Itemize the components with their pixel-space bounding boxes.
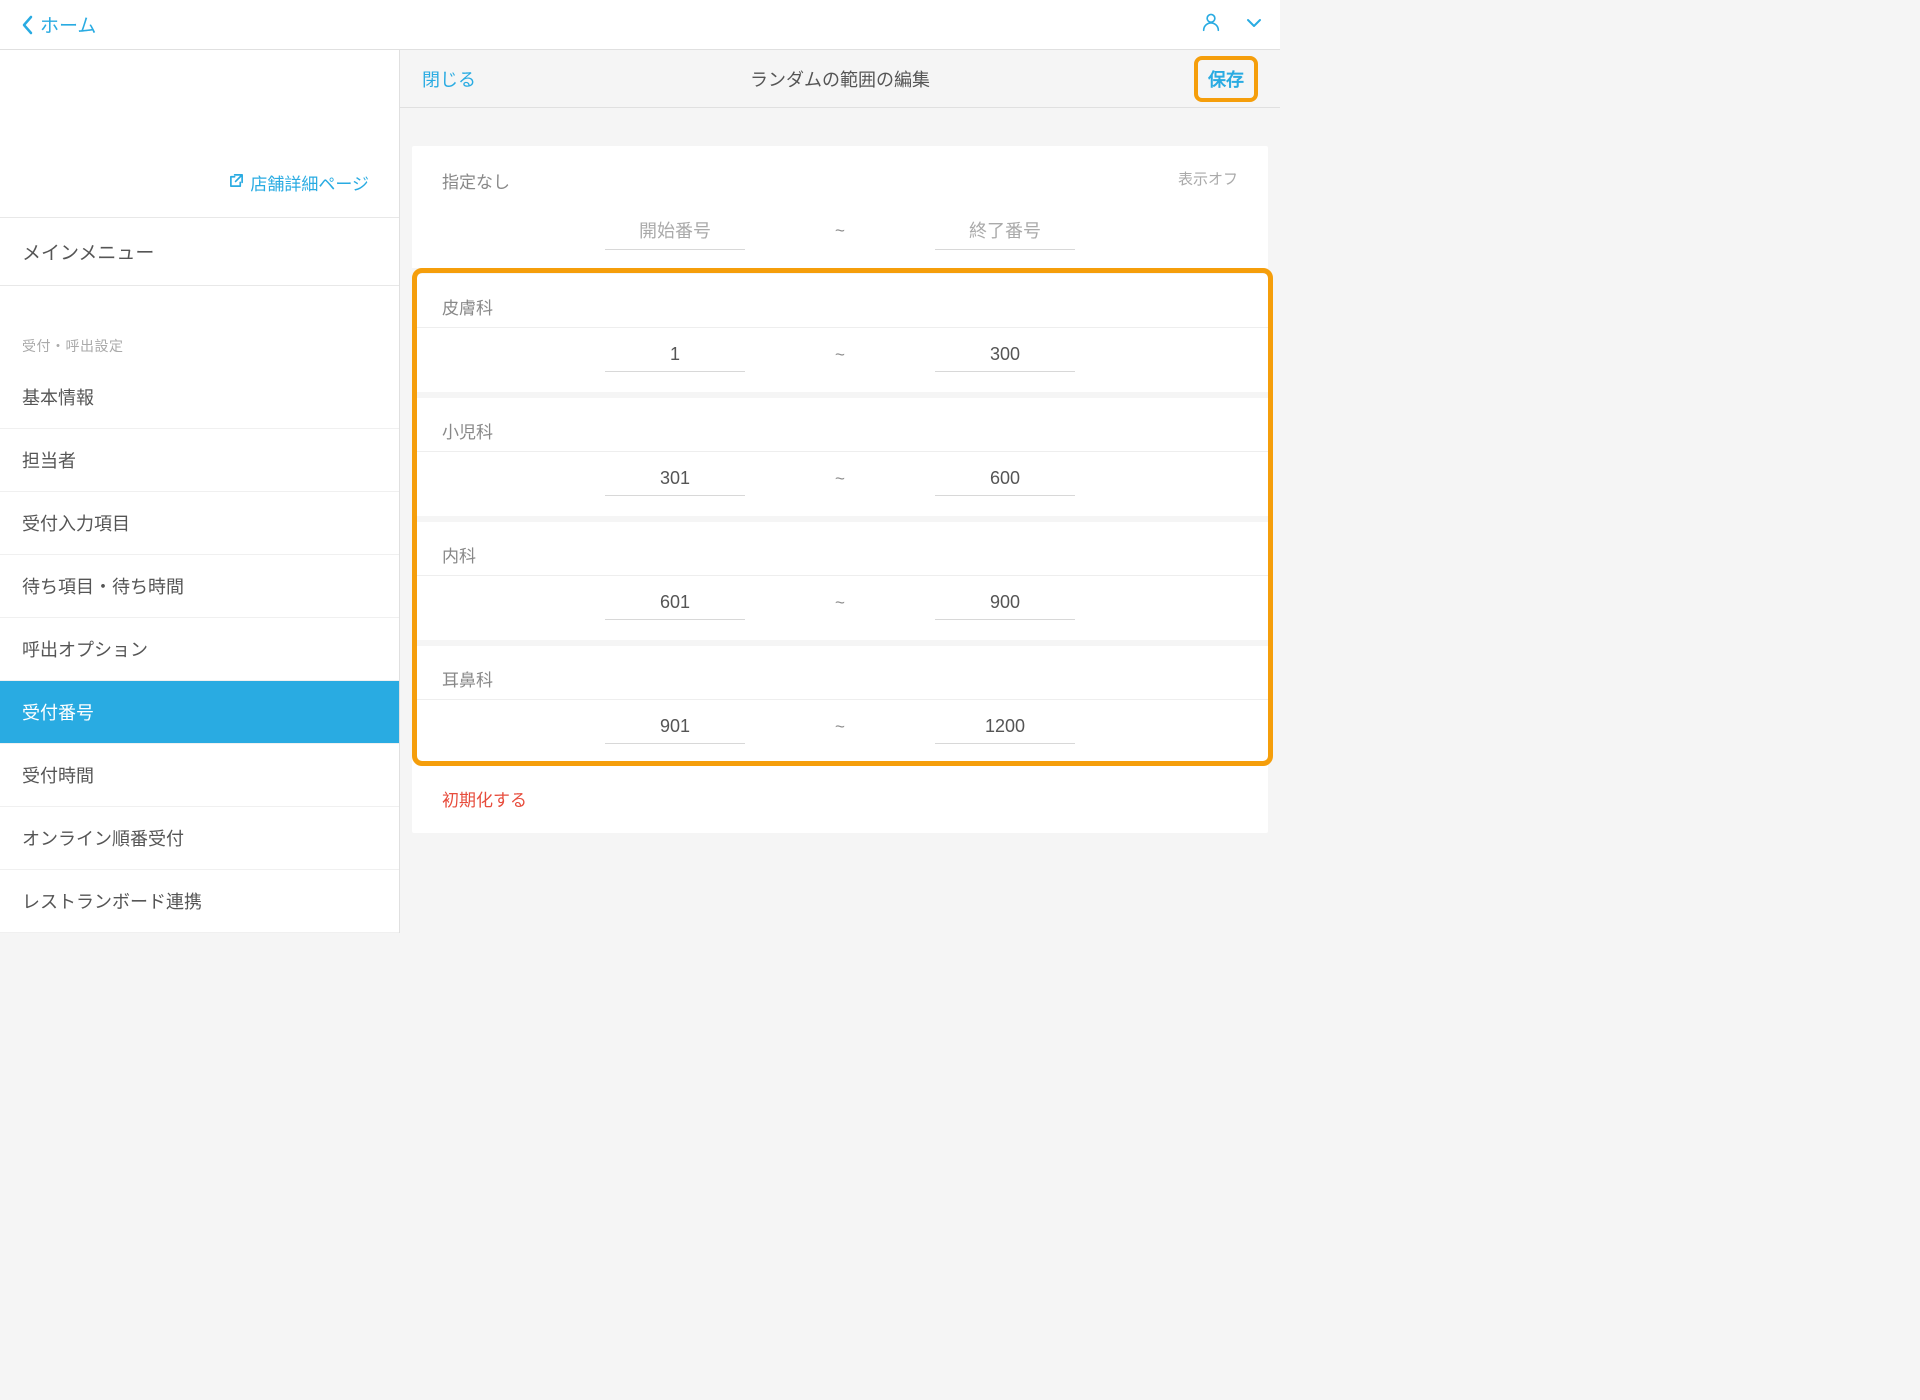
range-tilde: ~: [835, 345, 845, 365]
sidebar-item-label: 受付入力項目: [22, 514, 130, 534]
categories-highlight-wrap: 皮膚科 ~ 小児科: [412, 268, 1268, 764]
category-range-row: ~: [412, 327, 1268, 392]
end-number-input[interactable]: [935, 338, 1075, 372]
end-number-placeholder[interactable]: 終了番号: [935, 211, 1075, 250]
sidebar-section-header: 受付・呼出設定: [0, 286, 399, 366]
sidebar-item-staff[interactable]: 担当者: [0, 429, 399, 492]
panel-header: 閉じる ランダムの範囲の編集 保存: [400, 50, 1280, 108]
form-card: 指定なし 表示オフ 開始番号 ~ 終了番号 皮膚科: [412, 146, 1268, 833]
category-range-row: ~: [412, 451, 1268, 516]
range-tilde: ~: [835, 469, 845, 489]
sidebar-item-wait[interactable]: 待ち項目・待ち時間: [0, 555, 399, 618]
start-number-input[interactable]: [605, 462, 745, 496]
sidebar-item-label: 受付時間: [22, 766, 94, 786]
end-number-input[interactable]: [935, 586, 1075, 620]
sidebar-item-label: 受付番号: [22, 703, 94, 723]
category-label: 内科: [412, 516, 1268, 575]
display-off-label: 表示オフ: [1178, 168, 1238, 189]
save-button[interactable]: 保存: [1208, 70, 1244, 90]
category-block: 皮膚科 ~: [412, 268, 1268, 392]
category-label: 耳鼻科: [412, 640, 1268, 699]
main-menu-link[interactable]: メインメニュー: [0, 218, 399, 286]
sidebar-item-label: 呼出オプション: [22, 640, 148, 660]
unspecified-row: 指定なし 表示オフ: [412, 146, 1268, 203]
reset-button[interactable]: 初期化する: [412, 764, 1268, 833]
sidebar-item-restaurant-board[interactable]: レストランボード連携: [0, 870, 399, 933]
sidebar-item-label: 待ち項目・待ち時間: [22, 577, 184, 597]
header-right: [1200, 11, 1262, 38]
category-range-row: ~: [412, 699, 1268, 764]
save-button-highlight: 保存: [1194, 56, 1258, 102]
start-number-input[interactable]: [605, 586, 745, 620]
range-tilde: ~: [835, 717, 845, 737]
sidebar: 店舗詳細ページ メインメニュー 受付・呼出設定 基本情報 担当者 受付入力項目 …: [0, 50, 400, 933]
start-number-input[interactable]: [605, 338, 745, 372]
sidebar-item-reception-time[interactable]: 受付時間: [0, 744, 399, 807]
sidebar-item-basic-info[interactable]: 基本情報: [0, 366, 399, 429]
unspecified-range-row: 開始番号 ~ 終了番号: [412, 203, 1268, 268]
end-number-input[interactable]: [935, 710, 1075, 744]
top-header: ホーム: [0, 0, 1280, 50]
back-home-link[interactable]: ホーム: [18, 11, 96, 38]
sidebar-item-label: オンライン順番受付: [22, 829, 184, 849]
external-link-icon: [229, 173, 244, 193]
unspecified-label: 指定なし: [442, 168, 510, 193]
sidebar-item-online-queue[interactable]: オンライン順番受付: [0, 807, 399, 870]
category-range-row: ~: [412, 575, 1268, 640]
store-detail-label: 店舗詳細ページ: [250, 170, 369, 195]
category-label: 小児科: [412, 392, 1268, 451]
sidebar-item-input-items[interactable]: 受付入力項目: [0, 492, 399, 555]
start-number-input[interactable]: [605, 710, 745, 744]
category-block: 内科 ~: [412, 516, 1268, 640]
category-block: 耳鼻科 ~: [412, 640, 1268, 764]
start-number-placeholder[interactable]: 開始番号: [605, 211, 745, 250]
chevron-left-icon: [18, 15, 36, 35]
main-menu-label: メインメニュー: [22, 243, 154, 264]
sidebar-item-label: 基本情報: [22, 388, 94, 408]
sidebar-item-reception-number[interactable]: 受付番号: [0, 681, 399, 744]
category-block: 小児科 ~: [412, 392, 1268, 516]
category-label: 皮膚科: [412, 268, 1268, 327]
user-icon[interactable]: [1200, 11, 1222, 38]
sidebar-item-label: レストランボード連携: [22, 892, 202, 912]
range-tilde: ~: [835, 593, 845, 613]
store-detail-link[interactable]: 店舗詳細ページ: [229, 170, 369, 195]
range-tilde: ~: [835, 221, 845, 241]
close-button[interactable]: 閉じる: [422, 66, 476, 92]
sidebar-item-label: 担当者: [22, 451, 76, 471]
back-home-label: ホーム: [40, 11, 96, 38]
sidebar-item-call-options[interactable]: 呼出オプション: [0, 618, 399, 681]
chevron-down-icon[interactable]: [1246, 16, 1262, 34]
sidebar-banner-area: 店舗詳細ページ: [0, 50, 399, 218]
content-panel: 閉じる ランダムの範囲の編集 保存 指定なし 表示オフ 開始番号 ~ 終了番号: [400, 50, 1280, 933]
panel-title: ランダムの範囲の編集: [750, 66, 930, 92]
end-number-input[interactable]: [935, 462, 1075, 496]
